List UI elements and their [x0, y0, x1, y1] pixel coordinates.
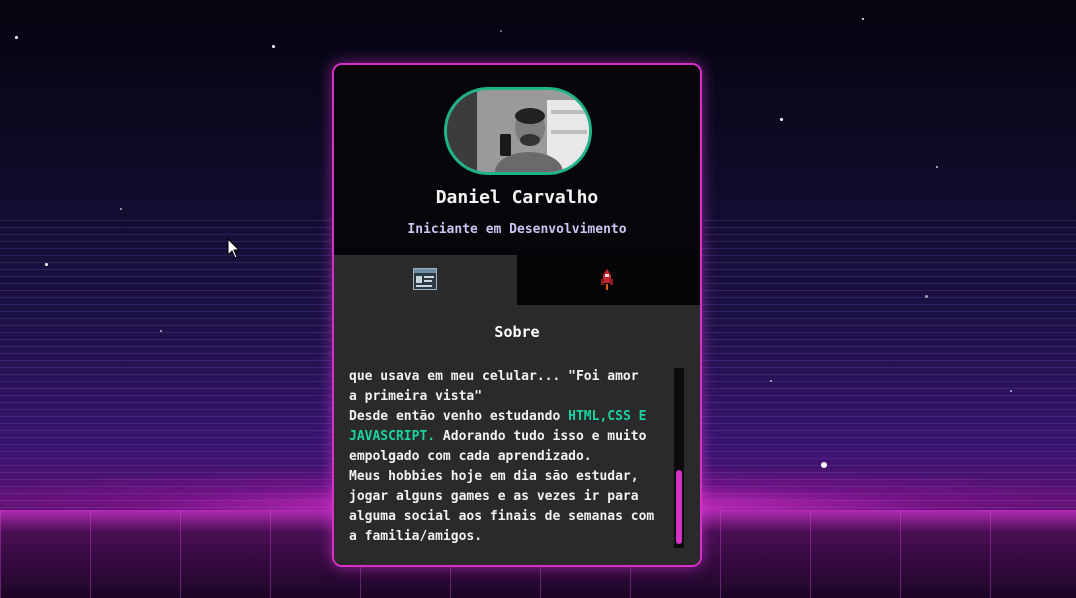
scrollbar-thumb[interactable]: [676, 470, 682, 544]
profile-name: Daniel Carvalho: [435, 187, 599, 208]
star: [1010, 390, 1012, 392]
profile-role: Iniciante em Desenvolvimento: [407, 222, 627, 237]
star: [936, 166, 938, 168]
about-panel: Sobre que usava em meu celular... "Foi a…: [334, 305, 700, 565]
star: [272, 45, 275, 48]
id-card-icon: [413, 268, 437, 290]
star: [120, 208, 122, 210]
star: [500, 30, 502, 32]
star: [925, 295, 928, 298]
star: [45, 263, 48, 266]
star: [821, 462, 827, 468]
star: [780, 118, 783, 121]
about-text-segment: Desde então venho estudando: [349, 409, 569, 424]
about-line: Desde então venho estudando HTML,CSS E J…: [349, 407, 669, 467]
avatar-photo: [447, 90, 589, 172]
about-line: Meus hobbies hoje em dia são estudar, jo…: [349, 469, 655, 544]
star: [160, 330, 162, 332]
about-line: que usava em meu celular... "Foi amor: [349, 369, 639, 384]
tab-bar: [334, 255, 700, 305]
avatar: [444, 87, 592, 175]
about-line: a primeira vista": [349, 389, 483, 404]
profile-header: Daniel Carvalho Iniciante em Desenvolvim…: [334, 65, 700, 255]
tab-skills[interactable]: [517, 255, 700, 305]
profile-card: Daniel Carvalho Iniciante em Desenvolvim…: [332, 63, 702, 567]
star: [770, 380, 772, 382]
star: [862, 18, 864, 20]
star: [15, 36, 18, 39]
scrollbar-track[interactable]: [674, 368, 684, 548]
rocket-icon: [601, 269, 613, 290]
section-title: Sobre: [494, 323, 540, 341]
about-text[interactable]: que usava em meu celular... "Foi amor a …: [349, 367, 669, 549]
tab-about[interactable]: [334, 255, 517, 305]
mouse-pointer-icon: [227, 238, 241, 259]
